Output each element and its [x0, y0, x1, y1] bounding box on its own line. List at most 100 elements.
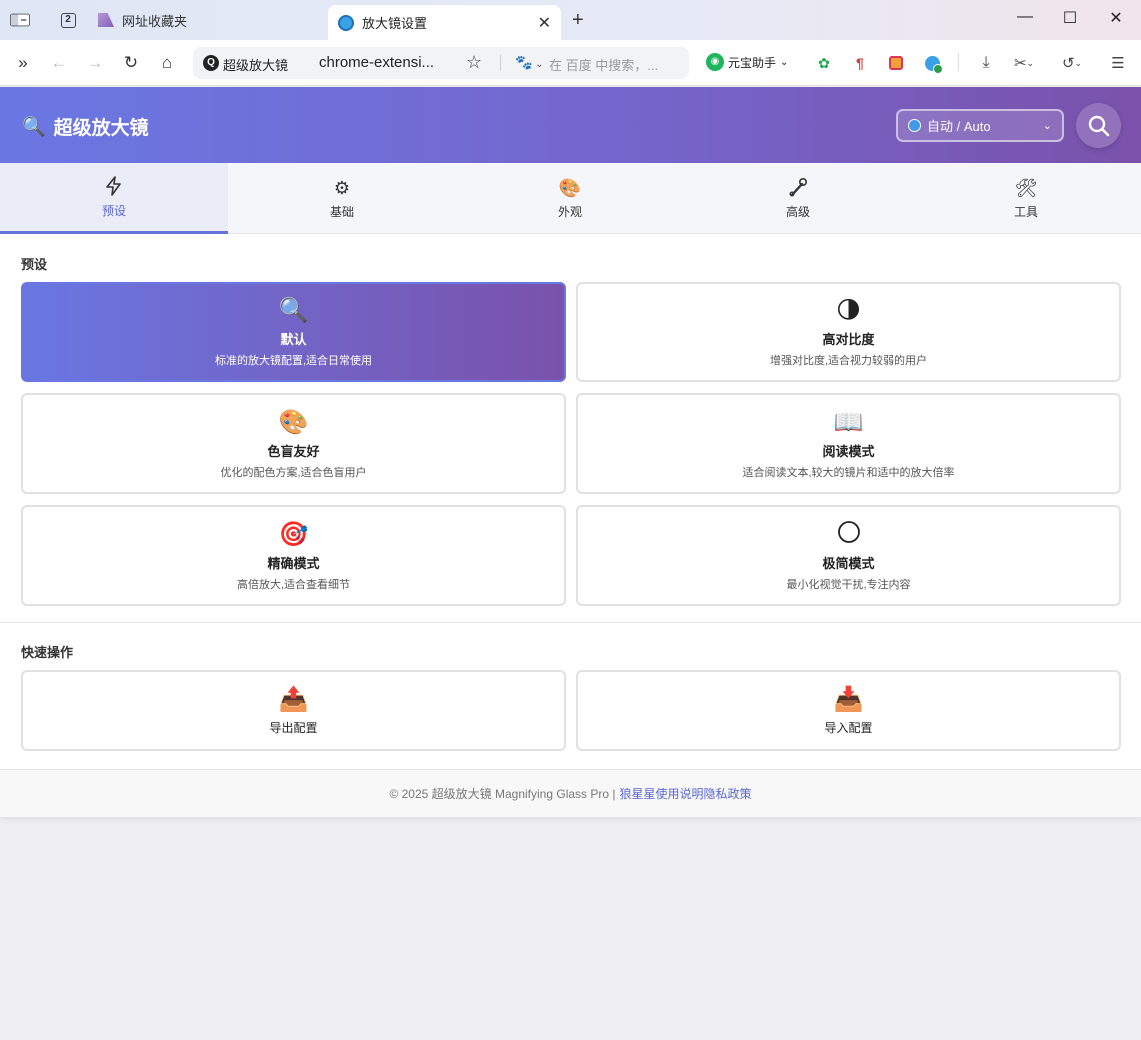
preset-card-high-contrast[interactable]: 🌗 高对比度 增强对比度,适合视力较弱的用户	[576, 282, 1121, 382]
export-config-button[interactable]: 📤 导出配置	[21, 670, 566, 751]
preset-name: 默认	[280, 332, 307, 347]
tab-bookmarks[interactable]: 网址收藏夹	[98, 8, 187, 32]
home-icon[interactable]: ⌂	[156, 52, 178, 74]
settings-page: 🔍 超级放大镜 自动 / Auto ⌄ 预设 ⚙ 基础 🎨 外观 高级 🛠 工具…	[0, 87, 1141, 817]
tab-advanced-label: 高级	[785, 205, 810, 219]
preset-desc: 高倍放大,适合查看细节	[236, 578, 351, 591]
footer-guide-link[interactable]: 使用说明	[656, 785, 704, 802]
paragraph-extension-icon[interactable]: ¶	[850, 53, 870, 73]
toolbar-divider	[958, 53, 959, 71]
preset-desc: 适合阅读文本,较大的镜片和适中的放大倍率	[742, 466, 955, 479]
new-tab-icon[interactable]: +	[572, 9, 584, 32]
preset-name: 色盲友好	[267, 443, 320, 459]
chevron-down-icon: ⌄	[1042, 120, 1052, 132]
app-title-text: 超级放大镜	[53, 118, 149, 139]
language-selected-value: 自动 / Auto	[927, 119, 991, 134]
tab-appearance[interactable]: 🎨 外观	[456, 163, 684, 234]
preset-desc: 优化的配色方案,适合色盲用户	[220, 466, 367, 479]
address-url[interactable]: chrome-extensi...	[319, 54, 434, 71]
tab-basic-label: 基础	[329, 205, 354, 219]
tab-presets-label: 预设	[101, 203, 126, 218]
download-icon[interactable]: ⤓	[976, 53, 996, 73]
tab-advanced[interactable]: 高级	[684, 163, 912, 234]
yuanbao-logo-icon: ◉	[706, 53, 724, 71]
browser-toolbar: » ← → ↻ ⌂ Q 超级放大镜 chrome-extensi... ☆ 🐾 …	[0, 40, 1141, 95]
tools-icon: 🛠	[1014, 178, 1038, 198]
lightning-icon	[104, 175, 124, 198]
preset-desc: 最小化视觉干扰,专注内容	[786, 578, 911, 591]
preset-card-colorblind[interactable]: 🎨 色盲友好 优化的配色方案,适合色盲用户	[21, 393, 566, 494]
tab-tools-label: 工具	[1013, 205, 1038, 219]
import-config-label: 导入配置	[824, 721, 873, 735]
wrench-icon	[788, 177, 808, 199]
scissors-icon[interactable]: ✂ ⌄	[1014, 53, 1034, 73]
preset-card-default[interactable]: 🔍 默认 标准的放大镜配置,适合日常使用	[21, 282, 566, 382]
magnifier-icon: 🔍	[278, 297, 309, 324]
tab-tools[interactable]: 🛠 工具	[912, 163, 1140, 234]
book-icon: 📖	[833, 408, 864, 436]
magnifier-extension-icon[interactable]	[922, 53, 943, 74]
language-select[interactable]: 自动 / Auto ⌄	[896, 109, 1064, 142]
forward-icon[interactable]: →	[84, 52, 106, 74]
preset-card-minimal[interactable]: 极简模式 最小化视觉干扰,专注内容	[576, 505, 1121, 606]
tab-count-icon: 2	[60, 12, 76, 28]
yuanbao-assistant-button[interactable]: ◉ 元宝助手 ⌄	[706, 53, 788, 71]
footer-copyright: © 2025 超级放大镜 Magnifying Glass Pro |	[389, 787, 616, 801]
tab-appearance-label: 外观	[557, 205, 582, 219]
chevron-down-icon: ⌄	[780, 56, 789, 68]
presets-section-title: 预设	[21, 257, 48, 272]
settings-tabs: 预设 ⚙ 基础 🎨 外观 高级 🛠 工具	[0, 163, 1141, 234]
tab-magnifier-settings[interactable]: 放大镜设置 ✕	[328, 5, 561, 40]
back-icon[interactable]: ←	[48, 52, 70, 74]
import-config-button[interactable]: 📥 导入配置	[576, 670, 1121, 751]
preset-card-precise[interactable]: 🎯 精确模式 高倍放大,适合查看细节	[21, 505, 566, 606]
footer-author-link[interactable]: 狼星星	[620, 785, 656, 802]
quick-actions-section-title: 快速操作	[21, 645, 74, 660]
close-window-icon[interactable]: ✕	[1101, 8, 1131, 28]
browser-tab-bar: 2 网址收藏夹 放大镜设置 ✕ + — ☐ ✕	[0, 0, 1141, 40]
gear-icon: ⚙	[333, 178, 351, 198]
preset-name: 极简模式	[822, 555, 875, 571]
target-icon: 🎯	[278, 520, 309, 548]
reload-icon[interactable]: ↻	[120, 52, 142, 74]
sidebar-toggle-icon[interactable]	[10, 10, 30, 30]
search-input[interactable]: 在 百度 中搜索，...	[549, 55, 658, 74]
magnifier-icon: 🔍	[22, 116, 46, 138]
minimize-icon[interactable]: —	[1010, 8, 1040, 26]
export-config-label: 导出配置	[269, 721, 318, 735]
bookmark-star-icon[interactable]: ☆	[466, 52, 482, 73]
preset-name: 阅读模式	[822, 443, 875, 459]
site-logo-icon: Q	[203, 55, 219, 71]
inbox-download-icon: 📥	[833, 686, 864, 713]
preset-name: 高对比度	[822, 332, 875, 347]
palette-icon: 🎨	[278, 408, 309, 436]
menu-icon[interactable]: ☰	[1108, 53, 1128, 73]
preset-card-reading[interactable]: 📖 阅读模式 适合阅读文本,较大的镜片和适中的放大倍率	[576, 393, 1121, 494]
magnifier-favicon-icon	[338, 14, 354, 31]
bookmark-folder-icon	[98, 13, 114, 27]
history-icon[interactable]: ↺ ⌄	[1062, 53, 1082, 73]
camera-extension-icon[interactable]	[886, 53, 906, 73]
magnifier-toggle-button[interactable]	[1076, 103, 1121, 148]
baidu-paw-icon[interactable]: 🐾 ⌄	[515, 54, 544, 71]
yuanbao-label: 元宝助手	[728, 55, 777, 70]
circle-icon	[837, 520, 861, 550]
half-moon-icon: 🌗	[835, 297, 862, 324]
maximize-icon[interactable]: ☐	[1055, 8, 1085, 28]
tab-count-button[interactable]: 2	[58, 10, 78, 30]
footer-privacy-link[interactable]: 隐私政策	[704, 785, 752, 802]
app-title: 🔍 超级放大镜	[22, 113, 149, 140]
green-gear-extension-icon[interactable]: ✿	[814, 53, 834, 73]
preset-desc: 标准的放大镜配置,适合日常使用	[214, 355, 373, 367]
close-tab-icon[interactable]: ✕	[538, 13, 551, 33]
tab-presets[interactable]: 预设	[0, 163, 228, 234]
search-icon	[1088, 115, 1109, 136]
app-header: 🔍 超级放大镜 自动 / Auto ⌄	[0, 87, 1141, 163]
expand-chevron-icon[interactable]: »	[12, 52, 34, 74]
tab-basic[interactable]: ⚙ 基础	[228, 163, 456, 234]
section-divider	[0, 622, 1141, 623]
preset-desc: 增强对比度,适合视力较弱的用户	[769, 355, 928, 367]
tab-active-title: 放大镜设置	[362, 16, 428, 31]
address-bar[interactable]: Q 超级放大镜 chrome-extensi... ☆ 🐾 ⌄ 在 百度 中搜索…	[193, 47, 689, 79]
omnibox-divider	[500, 55, 501, 71]
